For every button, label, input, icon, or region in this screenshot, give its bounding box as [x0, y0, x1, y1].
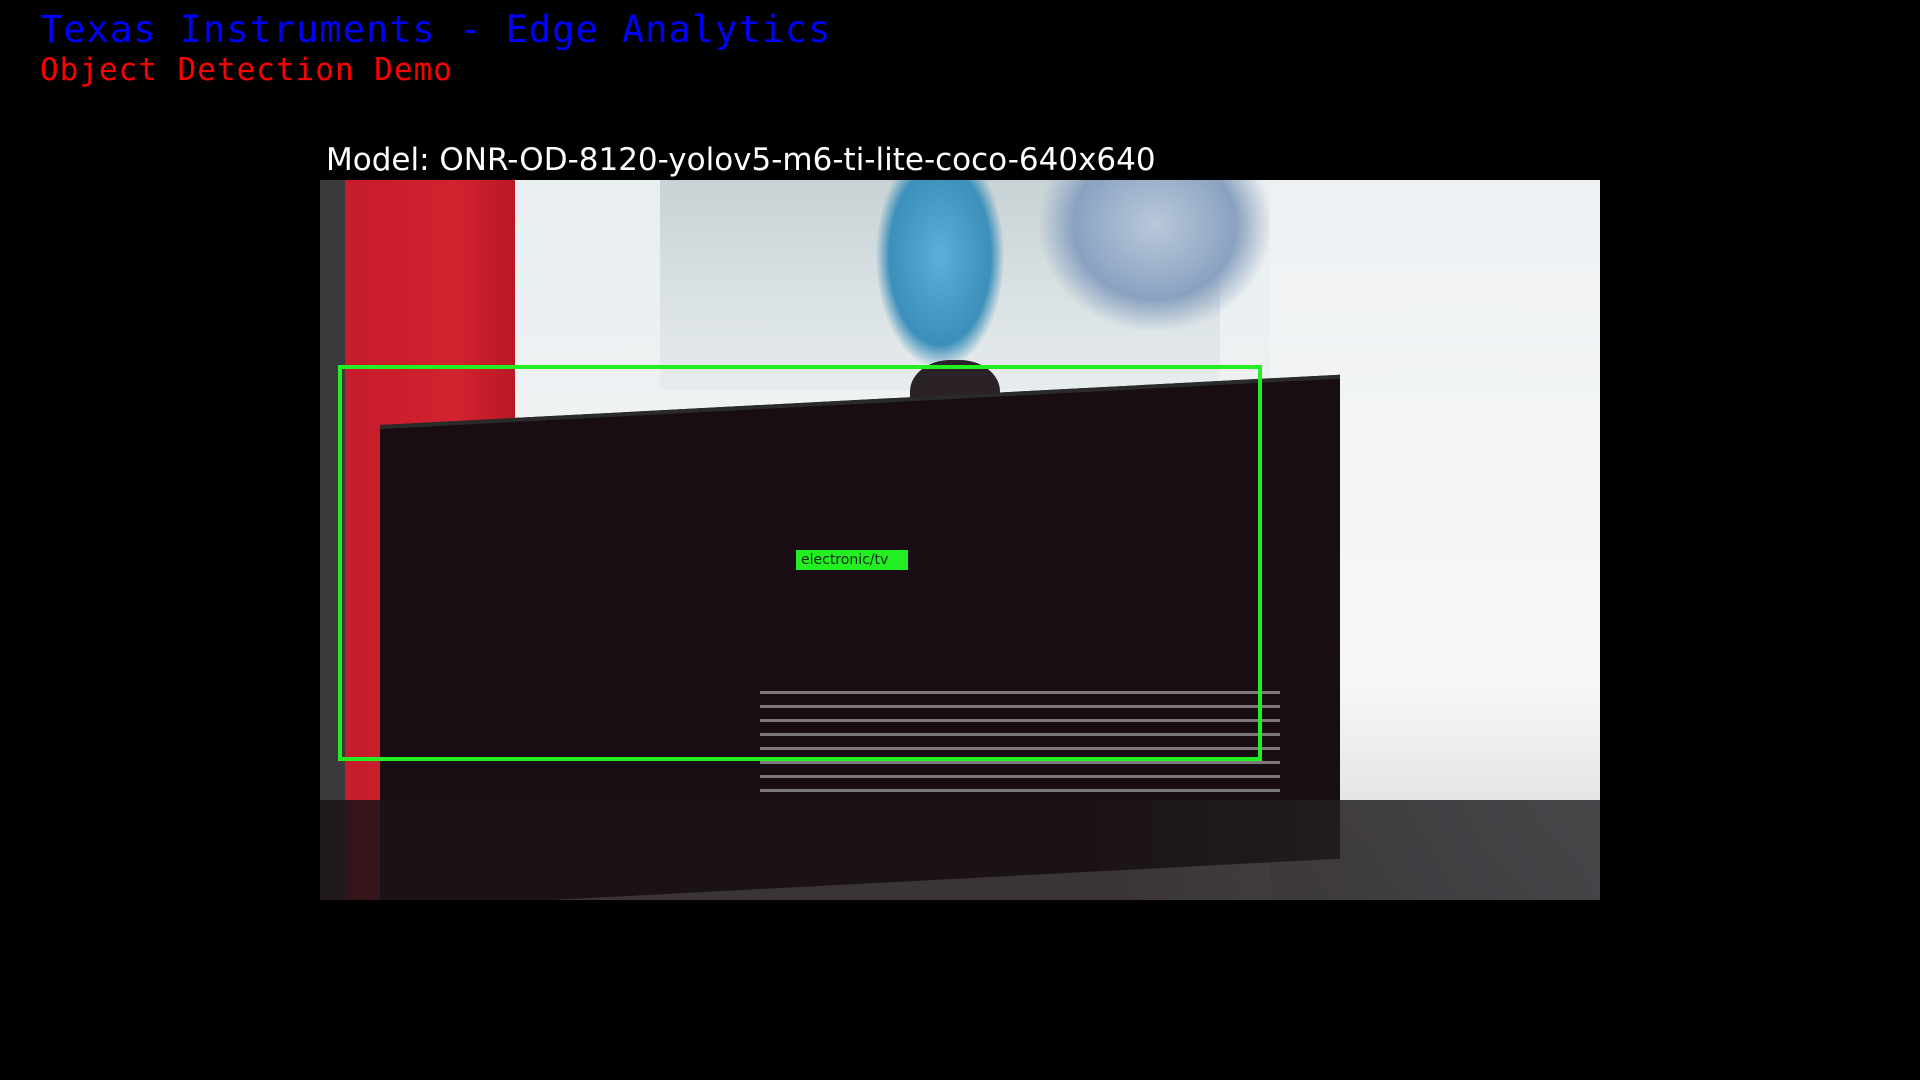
scene-person [1040, 180, 1270, 330]
detection-label: electronic/tv [796, 550, 909, 570]
app-subtitle: Object Detection Demo [40, 52, 453, 88]
model-label: Model: ONR-OD-8120-yolov5-m6-ti-lite-coc… [326, 142, 1156, 178]
demo-display: Texas Instruments - Edge Analytics Objec… [0, 0, 1920, 1080]
scene-person [875, 180, 1005, 370]
app-title: Texas Instruments - Edge Analytics [40, 8, 832, 51]
